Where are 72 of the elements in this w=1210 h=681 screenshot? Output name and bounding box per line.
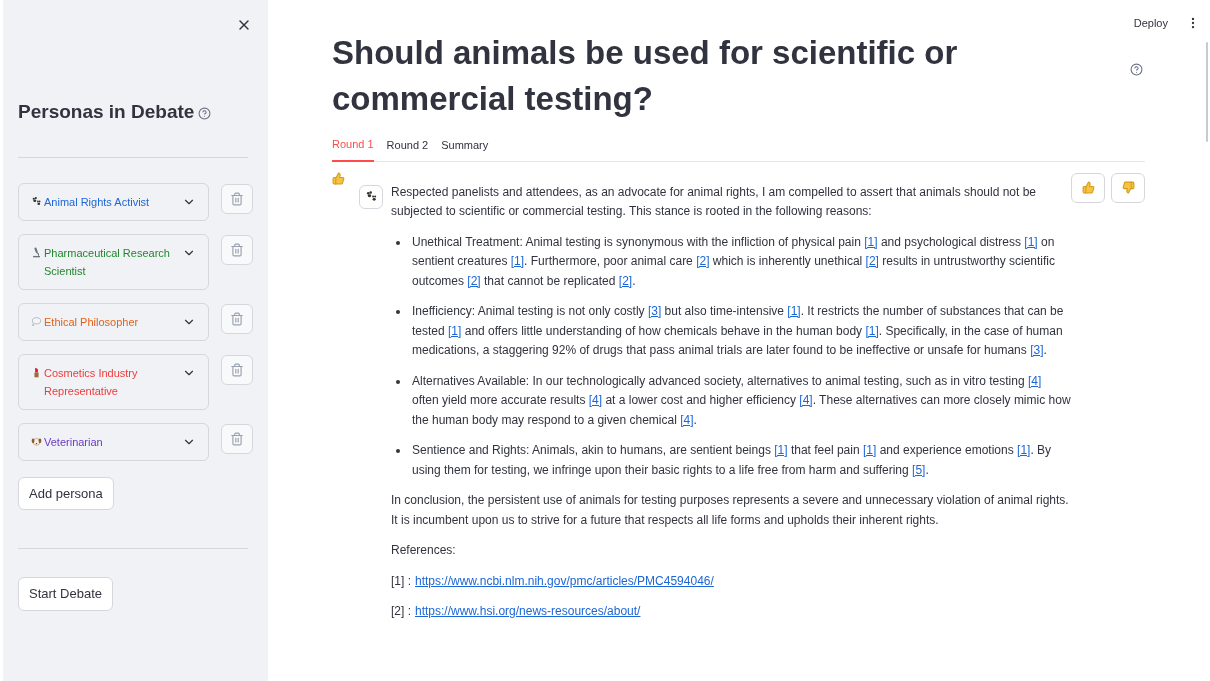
persona-name: Pharmaceutical Research Scientist [44,245,171,279]
citation-link[interactable]: [1] [865,323,879,338]
reference-label: [2] : [391,603,411,620]
page-title: Should animals be used for scientific or commercial testing? [332,33,959,119]
sidebar-title: Personas in Debate [18,100,195,124]
citation-link[interactable]: [1] [448,323,462,338]
thumbs-up-icon [332,171,345,185]
delete-button[interactable] [220,423,253,454]
citation-link[interactable]: [1] [1024,234,1038,249]
reference-link[interactable]: https://www.ncbi.nlm.nih.gov/pmc/articles/PMC4594046/ [415,571,714,591]
references-heading: References: [391,542,457,559]
persona-name: Cosmetics Industry Representative [44,365,139,399]
add-persona-button[interactable]: Add persona [18,476,114,510]
delete-button[interactable] [220,183,253,214]
bullet-icon [396,240,400,245]
citation-link[interactable]: [4] [1027,373,1042,388]
citation-link[interactable]: [1] [862,443,877,457]
persona-expander[interactable]: Pharmaceutical Research Scientist [18,233,209,290]
persona-expander[interactable]: Ethical Philosopher [18,302,209,341]
delete-button[interactable] [220,234,253,265]
dislike-button[interactable] [1111,172,1145,203]
lipstick-icon [31,366,42,378]
bullet-icon [396,310,400,314]
trash-icon [229,362,244,377]
dog-face-icon [31,435,42,447]
help-icon[interactable] [1130,63,1143,76]
tab[interactable]: Round 2 [386,136,429,161]
citation-link[interactable]: [2] [865,254,879,268]
bullet-text: Inefficiency: Animal testing is not only costly [3] but also time-intensive [1]. It restricts the number of substances that can be tested [1] and offers little understanding of how chemicals behave in the human body [1]. Specifically, in the case of human medications, a staggering 92% of drugs that pass animal trials are later found to be ineffective or unsafe for humans [3]. [412,303,1065,359]
bullet-text: Alternatives Available: In our technologically advanced society, alternatives to animal testing, such as in vitro testing [4] often yield more accurate results [4] at a lower cost and higher efficiency [4]. These alternatives can more closely mimic how the human body may respond to a given chemical [4]. [412,372,1071,429]
delete-button[interactable] [220,303,253,334]
citation-link[interactable]: [1] [774,443,788,457]
citation-link[interactable]: [4] [588,393,603,407]
persona-name: Animal Rights Activist [44,194,150,210]
like-button[interactable] [1071,172,1105,203]
persona-expander[interactable]: Veterinarian [18,422,209,461]
scrollbar[interactable] [1206,42,1208,142]
trash-icon [229,431,244,446]
conclusion-text: In conclusion, the persistent use of animals for testing purposes represents a severe and unnecessary violation of animal rights. It is incumbent upon us to strive for a future that respects all life forms and upholds their inherent rights. [391,492,1070,529]
deploy-button[interactable]: Deploy [1133,14,1168,32]
citation-link[interactable]: [1] [864,234,878,249]
citation-link[interactable]: [4] [799,393,813,407]
intro-text: Respected panelists and attendees, as an advocate for animal rights, I am compelled to assert that animals should not be subjected to scientific or commercial testing. This stance is rooted in the following reasons: [391,183,1038,220]
thumbs-up-icon [1081,181,1095,194]
help-icon[interactable] [198,107,212,121]
trash-icon [229,242,244,257]
trash-icon [229,191,244,206]
citation-link[interactable]: [3] [647,304,662,318]
paw-icon [364,190,378,203]
trash-icon [229,311,244,326]
citation-link[interactable]: [1] [787,304,801,318]
bullet-text: Unethical Treatment: Animal testing is synonymous with the infliction of physical pain [1] and psychological distress [1] on sentient creatures [1]. Furthermore, poor animal care [2] which is inherently unethical [2] results in untrustworthy scientific outcomes [2] that cannot be replicated [2]. [412,233,1056,290]
persona-expander[interactable]: Animal Rights Activist [18,182,209,221]
citation-link[interactable]: [2] [467,273,481,288]
speech-bubble-icon [31,315,42,327]
delete-button[interactable] [220,354,253,385]
microscope-icon [31,246,42,258]
reference-link[interactable]: https://www.hsi.org/news-resources/about/ [415,602,641,622]
citation-link[interactable]: [4] [680,412,694,427]
citation-link[interactable]: [2] [696,254,710,268]
bullet-icon [396,449,400,453]
tab[interactable]: Round 1 [332,136,374,162]
persona-expander[interactable]: Cosmetics Industry Representative [18,353,209,410]
persona-name: Veterinarian [44,434,103,450]
tab[interactable]: Summary [441,136,489,161]
start-debate-button[interactable]: Start Debate [18,577,113,611]
persona-name: Ethical Philosopher [44,314,139,330]
bullet-text: Sentience and Rights: Animals, akin to humans, are sentient beings [1] that feel pain [1] and experience emotions [1]. By using them for testing, we infringe upon their basic rights to a life free from harm and suffering [5]. [412,442,1053,479]
thumbs-down-icon [1121,181,1135,194]
reference-label: [1] : [391,572,411,590]
bullet-icon [396,379,400,384]
paw-icon [31,195,42,207]
